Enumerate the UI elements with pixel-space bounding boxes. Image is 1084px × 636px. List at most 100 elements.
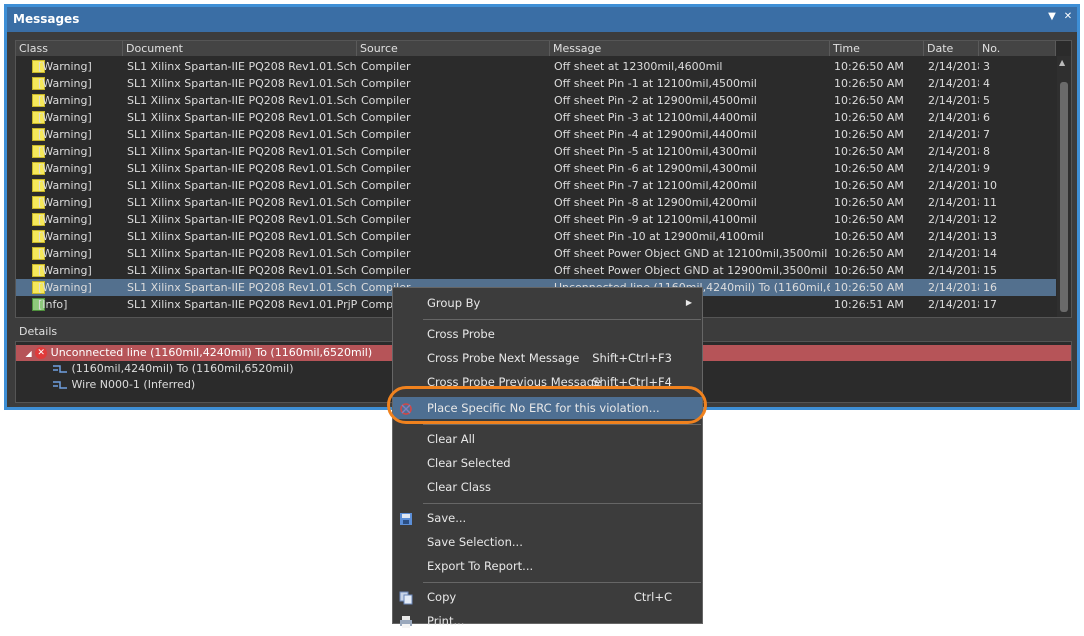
message-row[interactable]: [Warning] SL1 Xilinx Spartan-IIE PQ208 Re… [16, 262, 1056, 279]
column-header-source[interactable]: Source [357, 41, 550, 56]
date-cell: 2/14/2018 [928, 94, 979, 107]
source-cell: Compiler [361, 247, 411, 260]
column-header-no[interactable]: No. [979, 41, 1056, 56]
menu-item-label: Clear All [427, 432, 475, 446]
submenu-arrow-icon: ▶ [685, 298, 692, 307]
vertical-scrollbar[interactable]: ▲ [1057, 56, 1071, 317]
document-cell: SL1 Xilinx Spartan-IIE PQ208 Rev1.01.Sch… [127, 179, 357, 192]
menu-item-save-selection[interactable]: Save Selection... [393, 531, 702, 553]
time-cell: 10:26:50 AM [834, 60, 904, 73]
menu-item-label: Cross Probe [427, 327, 495, 341]
document-cell: SL1 Xilinx Spartan-IIE PQ208 Rev1.01.Sch… [127, 281, 357, 294]
column-header-time[interactable]: Time [830, 41, 924, 56]
message-row[interactable]: [Warning] SL1 Xilinx Spartan-IIE PQ208 Re… [16, 211, 1056, 228]
menu-item-place-specific-no-erc-for-this-violation[interactable]: Place Specific No ERC for this violation… [393, 397, 702, 419]
no-cell: 12 [983, 213, 997, 226]
document-cell: SL1 Xilinx Spartan-IIE PQ208 Rev1.01.Sch… [127, 77, 357, 90]
date-cell: 2/14/2018 [928, 247, 979, 260]
source-cell: Compiler [361, 60, 411, 73]
no-cell: 3 [983, 60, 990, 73]
message-row[interactable]: [Warning] SL1 Xilinx Spartan-IIE PQ208 Re… [16, 177, 1056, 194]
class-cell: [Warning] [38, 77, 92, 90]
message-row[interactable]: [Warning] SL1 Xilinx Spartan-IIE PQ208 Re… [16, 194, 1056, 211]
menu-item-cross-probe-next-message[interactable]: Cross Probe Next Message Shift+Ctrl+F3 [393, 347, 702, 369]
no-cell: 5 [983, 94, 990, 107]
menu-item-label: Cross Probe Next Message [427, 351, 580, 365]
time-cell: 10:26:50 AM [834, 247, 904, 260]
details-wire-row[interactable]: (1160mil,4240mil) To (1160mil,6520mil) [52, 361, 294, 377]
message-row[interactable]: [Warning] SL1 Xilinx Spartan-IIE PQ208 Re… [16, 143, 1056, 160]
details-net-row[interactable]: Wire N000-1 (Inferred) [52, 377, 195, 393]
column-header-message[interactable]: Message [550, 41, 830, 56]
class-cell: [Warning] [38, 145, 92, 158]
message-row[interactable]: [Warning] SL1 Xilinx Spartan-IIE PQ208 Re… [16, 126, 1056, 143]
no-cell: 13 [983, 230, 997, 243]
menu-item-group-by[interactable]: Group By ▶ [393, 292, 702, 314]
menu-separator [423, 424, 701, 425]
message-cell: Off sheet Pin -7 at 12100mil,4200mil [554, 179, 757, 192]
details-error-text: Unconnected line (1160mil,4240mil) To (1… [50, 346, 373, 359]
source-cell: Compiler [361, 77, 411, 90]
message-cell: Off sheet Pin -2 at 12900mil,4500mil [554, 94, 757, 107]
class-cell: [Warning] [38, 94, 92, 107]
menu-item-save[interactable]: Save... [393, 507, 702, 529]
message-row[interactable]: [Warning] SL1 Xilinx Spartan-IIE PQ208 Re… [16, 75, 1056, 92]
menu-item-cross-probe[interactable]: Cross Probe [393, 323, 702, 345]
menu-item-label: Place Specific No ERC for this violation… [427, 401, 660, 415]
scrollbar-thumb[interactable] [1060, 82, 1068, 312]
message-row[interactable]: [Warning] SL1 Xilinx Spartan-IIE PQ208 Re… [16, 92, 1056, 109]
close-icon[interactable]: ✕ [1061, 11, 1075, 27]
no-cell: 14 [983, 247, 997, 260]
message-row[interactable]: [Warning] SL1 Xilinx Spartan-IIE PQ208 Re… [16, 160, 1056, 177]
message-cell: Off sheet Pin -5 at 12100mil,4300mil [554, 145, 757, 158]
menu-item-label: Save Selection... [427, 535, 523, 549]
source-cell: Compiler [361, 111, 411, 124]
date-cell: 2/14/2018 [928, 264, 979, 277]
document-cell: SL1 Xilinx Spartan-IIE PQ208 Rev1.01.Sch… [127, 60, 357, 73]
time-cell: 10:26:50 AM [834, 145, 904, 158]
menu-item-clear-selected[interactable]: Clear Selected [393, 452, 702, 474]
collapse-triangle-icon[interactable]: ◢ [26, 349, 32, 358]
menu-separator [423, 503, 701, 504]
menu-item-label: Group By [427, 296, 481, 310]
menu-item-label: Clear Selected [427, 456, 511, 470]
message-row[interactable]: [Warning] SL1 Xilinx Spartan-IIE PQ208 Re… [16, 228, 1056, 245]
date-cell: 2/14/2018 [928, 145, 979, 158]
menu-item-clear-all[interactable]: Clear All [393, 428, 702, 450]
date-cell: 2/14/2018 [928, 196, 979, 209]
menu-item-clear-class[interactable]: Clear Class [393, 476, 702, 498]
column-header-class[interactable]: Class [16, 41, 123, 56]
document-cell: SL1 Xilinx Spartan-IIE PQ208 Rev1.01.Sch… [127, 94, 357, 107]
class-cell: [Warning] [38, 196, 92, 209]
source-cell: Compiler [361, 179, 411, 192]
column-header-date[interactable]: Date [924, 41, 979, 56]
menu-item-shortcut: Ctrl+C [633, 590, 672, 604]
time-cell: 10:26:50 AM [834, 230, 904, 243]
message-row[interactable]: [Warning] SL1 Xilinx Spartan-IIE PQ208 Re… [16, 58, 1056, 75]
message-cell: Off sheet Pin -4 at 12900mil,4400mil [554, 128, 757, 141]
grid-header: Class Document Source Message Time Date … [16, 41, 1056, 56]
message-row[interactable]: [Warning] SL1 Xilinx Spartan-IIE PQ208 Re… [16, 245, 1056, 262]
menu-item-export-to-report[interactable]: Export To Report... [393, 555, 702, 577]
menu-item-cross-probe-previous-message[interactable]: Cross Probe Previous Message Shift+Ctrl+F… [393, 371, 702, 393]
no-cell: 8 [983, 145, 990, 158]
class-cell: [Warning] [38, 60, 92, 73]
document-cell: SL1 Xilinx Spartan-IIE PQ208 Rev1.01.Sch… [127, 264, 357, 277]
panel-menu-icon[interactable]: ▼ [1045, 11, 1059, 27]
menu-item-copy[interactable]: Copy Ctrl+C [393, 586, 702, 608]
date-cell: 2/14/2018 [928, 111, 979, 124]
source-cell: Compiler [361, 213, 411, 226]
menu-item-print[interactable]: Print... [393, 610, 702, 632]
copy-icon [399, 590, 413, 605]
scroll-up-arrow-icon[interactable]: ▲ [1059, 58, 1065, 67]
time-cell: 10:26:50 AM [834, 77, 904, 90]
column-header-document[interactable]: Document [123, 41, 357, 56]
source-cell: Compiler [361, 162, 411, 175]
message-row[interactable]: [Warning] SL1 Xilinx Spartan-IIE PQ208 Re… [16, 109, 1056, 126]
source-cell: Compiler [361, 94, 411, 107]
document-cell: SL1 Xilinx Spartan-IIE PQ208 Rev1.01.Sch… [127, 128, 357, 141]
class-cell: [Warning] [38, 128, 92, 141]
no-cell: 4 [983, 77, 990, 90]
class-cell: [Warning] [38, 264, 92, 277]
panel-titlebar: Messages ▼ ✕ [7, 7, 1077, 32]
